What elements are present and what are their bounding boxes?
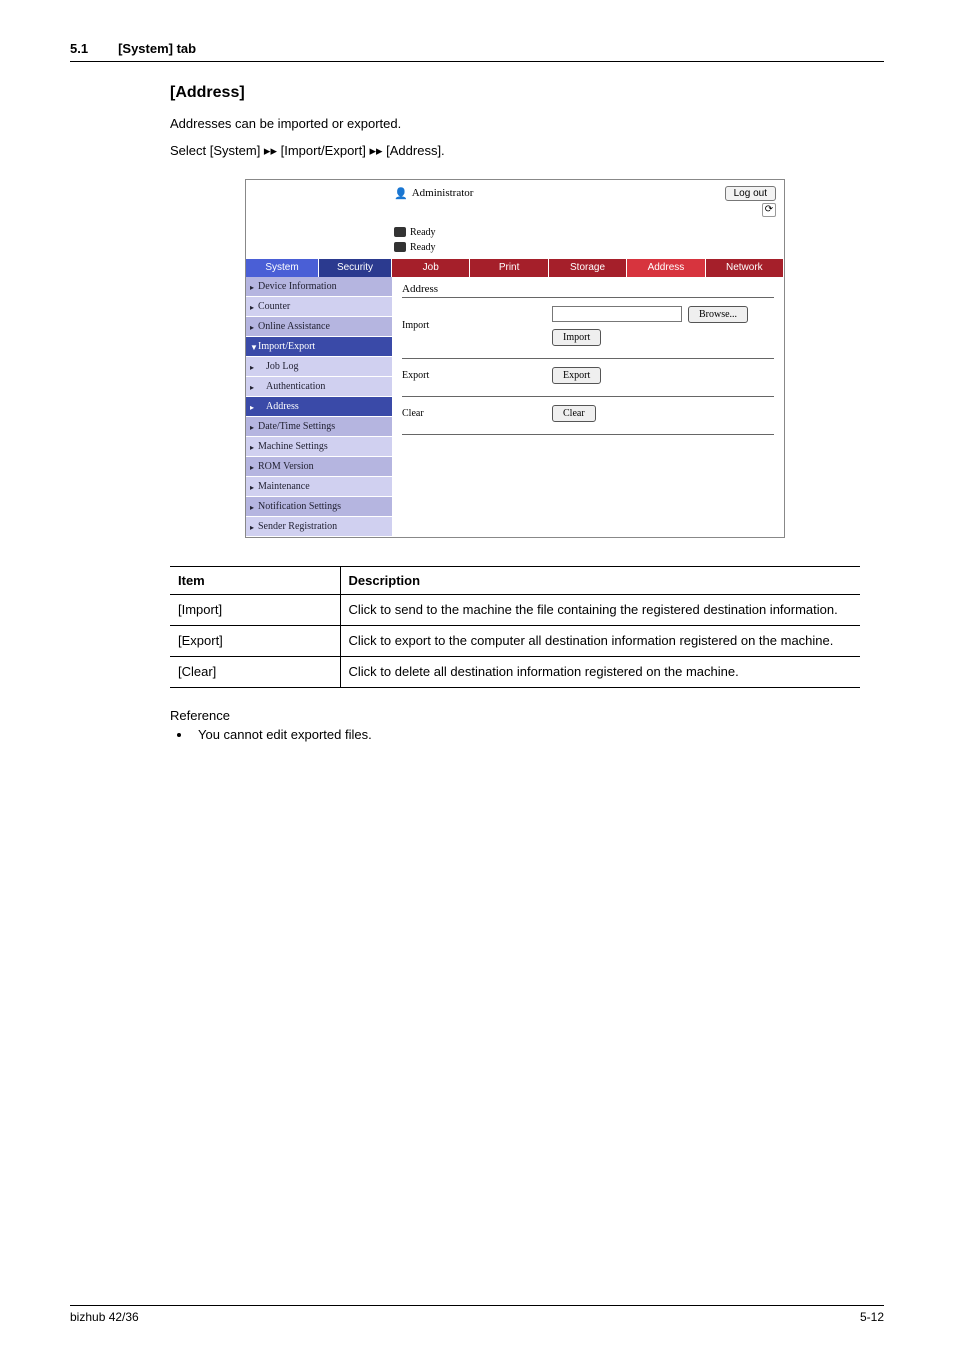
sidebar-item-counter[interactable]: ▸ Counter <box>246 297 392 317</box>
chevron-icon: ▸ <box>250 483 254 492</box>
sidebar-item-label: Machine Settings <box>258 441 328 452</box>
toner-icon <box>394 242 406 252</box>
chevron-icon: ▸ <box>250 323 254 332</box>
sidebar-item-label: Authentication <box>266 381 325 392</box>
sidebar-item-rom-version[interactable]: ▸ ROM Version <box>246 457 392 477</box>
refresh-icon[interactable]: ⟳ <box>762 203 776 217</box>
admin-label: Administrator <box>412 187 474 199</box>
table-cell-desc: Click to export to the computer all dest… <box>340 625 860 656</box>
import-file-field[interactable] <box>552 306 682 322</box>
chevron-icon: ▸ <box>250 463 254 472</box>
clear-button[interactable]: Clear <box>552 405 596 422</box>
sidebar-item-notification-settings[interactable]: ▸ Notification Settings <box>246 497 392 517</box>
chevron-icon: ▼ <box>250 343 258 352</box>
sidebar-item-label: Device Information <box>258 281 337 292</box>
sidebar-item-maintenance[interactable]: ▸ Maintenance <box>246 477 392 497</box>
sidebar-item-label: Maintenance <box>258 481 310 492</box>
tab-storage[interactable]: Storage <box>549 259 627 277</box>
tab-system[interactable]: System <box>246 259 319 277</box>
chevron-icon: ▸ <box>250 503 254 512</box>
reference-heading: Reference <box>170 708 860 723</box>
sidebar-item-address[interactable]: ▸ Address <box>246 397 392 417</box>
tab-print[interactable]: Print <box>470 259 548 277</box>
footer-model: bizhub 42/36 <box>70 1310 139 1324</box>
embedded-screenshot: 👤 Administrator Log out ⟳ Ready Ready Sy… <box>245 179 785 538</box>
status-text-1: Ready <box>410 225 436 240</box>
description-table: Item Description [Import]Click to send t… <box>170 566 860 689</box>
breadcrumb-part-3: [Address]. <box>383 143 445 158</box>
breadcrumb-part-1: Select [System] <box>170 143 264 158</box>
chevron-icon: ▸ <box>250 523 254 532</box>
sidebar-item-date-time-settings[interactable]: ▸ Date/Time Settings <box>246 417 392 437</box>
import-button[interactable]: Import <box>552 329 601 346</box>
chevron-icon: ▸ <box>250 303 254 312</box>
browse-button[interactable]: Browse... <box>688 306 748 323</box>
import-row-label: Import <box>402 320 552 331</box>
table-cell-item: [Clear] <box>170 656 340 687</box>
tab-job[interactable]: Job <box>392 259 470 277</box>
footer-page-num: 5-12 <box>860 1310 884 1324</box>
table-header-desc: Description <box>340 566 860 594</box>
export-button[interactable]: Export <box>552 367 601 384</box>
user-icon: 👤 <box>394 187 408 200</box>
sidebar-item-label: Sender Registration <box>258 521 337 532</box>
breadcrumb-arrow-icon: ▸▸ <box>369 143 382 158</box>
sidebar-item-job-log[interactable]: ▸ Job Log <box>246 357 392 377</box>
page-title: [Address] <box>170 84 860 102</box>
export-row-label: Export <box>402 370 552 381</box>
sidebar-item-label: Date/Time Settings <box>258 421 335 432</box>
sidebar-item-import-export[interactable]: ▼Import/Export <box>246 337 392 357</box>
intro-line-2: Select [System] ▸▸ [Import/Export] ▸▸ [A… <box>170 141 860 161</box>
breadcrumb-part-2: [Import/Export] <box>277 143 369 158</box>
table-cell-desc: Click to delete all destination informat… <box>340 656 860 687</box>
sidebar-item-label: ROM Version <box>258 461 314 472</box>
breadcrumb-arrow-icon: ▸▸ <box>264 143 277 158</box>
tab-address[interactable]: Address <box>627 259 705 277</box>
sidebar-item-online-assistance[interactable]: ▸ Online Assistance <box>246 317 392 337</box>
clear-row-label: Clear <box>402 408 552 419</box>
tab-security[interactable]: Security <box>319 259 392 277</box>
reference-item: You cannot edit exported files. <box>192 727 860 742</box>
sidebar-item-device-information[interactable]: ▸ Device Information <box>246 277 392 297</box>
status-text-2: Ready <box>410 240 436 255</box>
sidebar-item-machine-settings[interactable]: ▸ Machine Settings <box>246 437 392 457</box>
sidebar-item-label: Import/Export <box>258 341 315 352</box>
intro-line-1: Addresses can be imported or exported. <box>170 114 860 134</box>
chevron-icon: ▸ <box>250 283 254 292</box>
chevron-icon: ▸ <box>250 383 254 392</box>
table-header-item: Item <box>170 566 340 594</box>
chevron-icon: ▸ <box>250 443 254 452</box>
table-row: [Export]Click to export to the computer … <box>170 625 860 656</box>
sidebar-item-authentication[interactable]: ▸ Authentication <box>246 377 392 397</box>
section-title: [System] tab <box>118 41 906 56</box>
table-row: [Import]Click to send to the machine the… <box>170 594 860 625</box>
chevron-icon: ▸ <box>250 403 254 412</box>
sidebar-item-label: Online Assistance <box>258 321 330 332</box>
table-cell-desc: Click to send to the machine the file co… <box>340 594 860 625</box>
sidebar-item-sender-registration[interactable]: ▸ Sender Registration <box>246 517 392 537</box>
panel-title: Address <box>402 283 774 295</box>
sidebar-item-label: Address <box>266 401 299 412</box>
printer-icon <box>394 227 406 237</box>
tab-network[interactable]: Network <box>706 259 784 277</box>
table-cell-item: [Export] <box>170 625 340 656</box>
sidebar-item-label: Notification Settings <box>258 501 341 512</box>
chevron-icon: ▸ <box>250 423 254 432</box>
sidebar-item-label: Job Log <box>266 361 299 372</box>
section-number: 5.1 <box>70 41 88 56</box>
sidebar-item-label: Counter <box>258 301 290 312</box>
table-row: [Clear]Click to delete all destination i… <box>170 656 860 687</box>
logout-button[interactable]: Log out <box>725 186 776 201</box>
chevron-icon: ▸ <box>250 363 254 372</box>
table-cell-item: [Import] <box>170 594 340 625</box>
